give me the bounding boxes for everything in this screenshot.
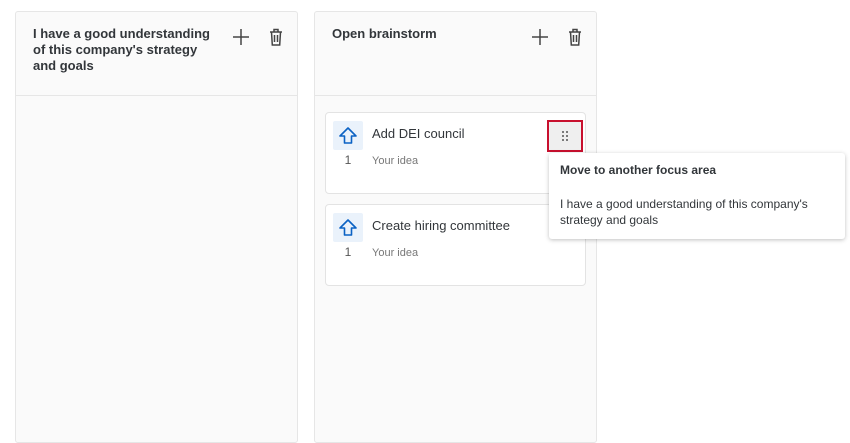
upvote-button[interactable] bbox=[333, 121, 363, 150]
column-title: I have a good understanding of this comp… bbox=[33, 26, 210, 73]
arrow-up-icon bbox=[339, 218, 357, 236]
vote-count: 1 bbox=[344, 245, 352, 259]
delete-column-button[interactable] bbox=[266, 26, 286, 48]
idea-subtitle: Your idea bbox=[372, 247, 419, 259]
add-idea-button[interactable] bbox=[231, 26, 251, 48]
plus-icon bbox=[232, 28, 250, 46]
column-header: Open brainstorm bbox=[315, 12, 596, 96]
column-title: Open brainstorm bbox=[332, 26, 437, 41]
move-menu-title: Move to another focus area bbox=[560, 163, 717, 177]
trash-icon bbox=[269, 28, 283, 46]
idea-title: Create hiring committee bbox=[372, 218, 510, 233]
plus-icon bbox=[531, 28, 549, 46]
focus-area-column: I have a good understanding of this comp… bbox=[15, 11, 298, 443]
vote-count: 1 bbox=[344, 153, 352, 167]
idea-subtitle: Your idea bbox=[372, 155, 419, 167]
column-header: I have a good understanding of this comp… bbox=[16, 12, 297, 96]
trash-icon bbox=[568, 28, 582, 46]
drag-handle-button[interactable] bbox=[547, 120, 583, 152]
grip-dots-icon bbox=[562, 131, 568, 141]
idea-card[interactable]: 1 Create hiring committee Your idea bbox=[325, 204, 586, 286]
move-menu: Move to another focus area I have a good… bbox=[549, 153, 845, 239]
delete-column-button[interactable] bbox=[565, 26, 585, 48]
upvote-button[interactable] bbox=[333, 213, 363, 242]
arrow-up-icon bbox=[339, 126, 357, 144]
move-menu-item[interactable]: I have a good understanding of this comp… bbox=[560, 196, 830, 228]
add-idea-button[interactable] bbox=[530, 26, 550, 48]
idea-title: Add DEI council bbox=[372, 126, 465, 141]
